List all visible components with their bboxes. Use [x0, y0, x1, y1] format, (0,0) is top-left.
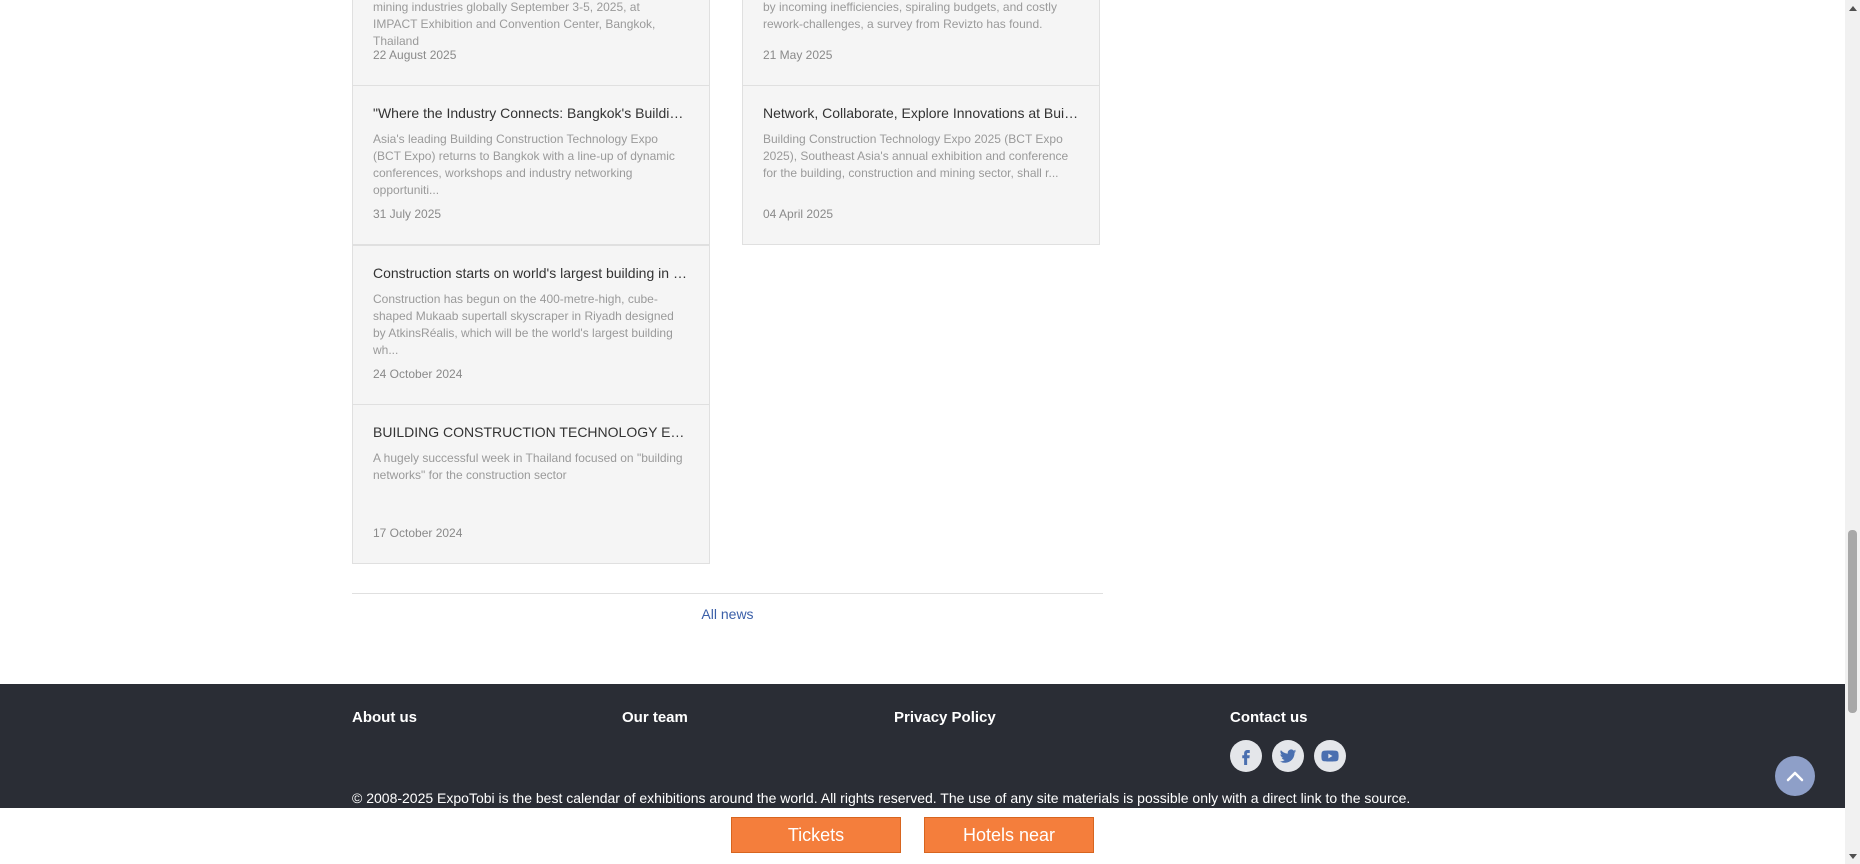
news-card-excerpt: Building Construction Technology Expo 20…: [763, 132, 1069, 180]
news-card-excerpt: mining industries globally September 3-5…: [373, 0, 656, 48]
news-card[interactable]: "Where the Industry Connects: Bangkok's …: [352, 85, 710, 245]
news-card[interactable]: by incoming inefficiencies, spiraling bu…: [742, 0, 1100, 86]
tickets-button[interactable]: Tickets: [731, 817, 901, 853]
youtube-icon[interactable]: [1314, 740, 1346, 772]
news-card-title[interactable]: "Where the Industry Connects: Bangkok's …: [373, 105, 689, 121]
footer-link-about-us[interactable]: About us: [352, 709, 417, 726]
news-card-excerpt: A hugely successful week in Thailand foc…: [373, 451, 683, 482]
news-card-date: 17 October 2024: [373, 526, 463, 540]
scrollbar-thumb[interactable]: [1848, 530, 1857, 713]
scroll-down-arrow-icon[interactable]: [1845, 849, 1860, 864]
vertical-scrollbar[interactable]: [1845, 0, 1860, 864]
footer-link-our-team[interactable]: Our team: [622, 709, 688, 726]
news-card-title[interactable]: BUILDING CONSTRUCTION TECHNOLOGY EXPO 20…: [373, 424, 689, 440]
scroll-up-arrow-icon[interactable]: [1845, 0, 1860, 15]
news-card-title[interactable]: Network, Collaborate, Explore Innovation…: [763, 105, 1079, 121]
news-card-excerpt: Construction has begun on the 400-metre-…: [373, 292, 674, 357]
footer-link-contact-us[interactable]: Contact us: [1230, 709, 1308, 726]
news-card-excerpt: by incoming inefficiencies, spiraling bu…: [763, 0, 1057, 31]
scroll-to-top-button[interactable]: [1775, 756, 1815, 796]
twitter-icon[interactable]: [1272, 740, 1304, 772]
news-card[interactable]: BUILDING CONSTRUCTION TECHNOLOGY EXPO 20…: [352, 404, 710, 564]
news-card-title[interactable]: Construction starts on world's largest b…: [373, 265, 689, 281]
footer-link-privacy-policy[interactable]: Privacy Policy: [894, 709, 996, 726]
copyright-text: © 2008-2025 ExpoTobi is the best calenda…: [352, 790, 1411, 806]
news-card-excerpt: Asia's leading Building Construction Tec…: [373, 132, 675, 197]
sticky-bottom-bar: Tickets Hotels near: [0, 808, 1845, 864]
news-card-date: 24 October 2024: [373, 367, 463, 381]
news-card-date: 21 May 2025: [763, 48, 833, 62]
news-section: mining industries globally September 3-5…: [0, 0, 1845, 684]
news-divider: [352, 593, 1103, 594]
news-card[interactable]: mining industries globally September 3-5…: [352, 0, 710, 86]
news-card-date: 22 August 2025: [373, 48, 457, 62]
news-card-date: 04 April 2025: [763, 207, 834, 221]
news-card[interactable]: Network, Collaborate, Explore Innovation…: [742, 85, 1100, 245]
news-card[interactable]: Construction starts on world's largest b…: [352, 245, 710, 405]
chevron-up-icon: [1786, 771, 1804, 782]
all-news-link[interactable]: All news: [352, 606, 1103, 622]
hotels-near-button[interactable]: Hotels near: [924, 817, 1094, 853]
facebook-icon[interactable]: [1230, 740, 1262, 772]
news-card-date: 31 July 2025: [373, 207, 442, 221]
